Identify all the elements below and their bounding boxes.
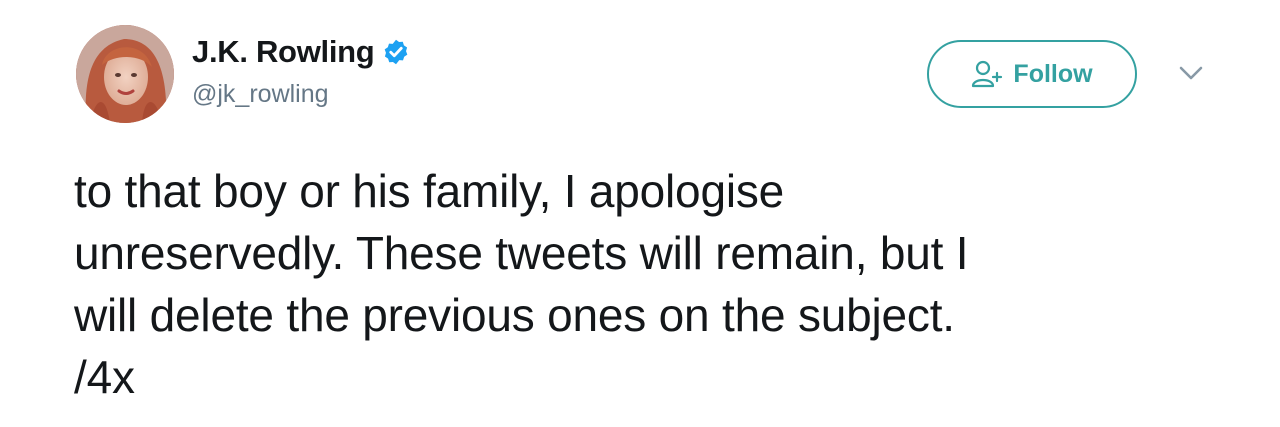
tweet-text: to that boy or his family, I apologise u… — [74, 160, 1224, 408]
chevron-down-icon[interactable] — [1176, 62, 1206, 84]
display-name[interactable]: J.K. Rowling — [192, 34, 375, 70]
tweet-text-line: to that boy or his family, I apologise — [74, 165, 785, 217]
avatar[interactable] — [76, 25, 174, 123]
add-person-icon — [971, 59, 1005, 89]
user-handle[interactable]: @jk_rowling — [192, 80, 329, 109]
tweet-card: J.K. Rowling @jk_rowling Follow to that … — [0, 0, 1280, 427]
avatar-photo — [76, 25, 174, 123]
verified-badge-icon — [382, 38, 410, 66]
tweet-text-line: will delete the previous ones on the sub… — [74, 289, 955, 341]
tweet-text-line: unreservedly. These tweets will remain, … — [74, 227, 969, 279]
follow-label: Follow — [1013, 59, 1093, 88]
follow-button[interactable]: Follow — [927, 40, 1137, 108]
tweet-text-line: /4x — [74, 351, 135, 403]
author-name-row: J.K. Rowling — [192, 30, 410, 74]
